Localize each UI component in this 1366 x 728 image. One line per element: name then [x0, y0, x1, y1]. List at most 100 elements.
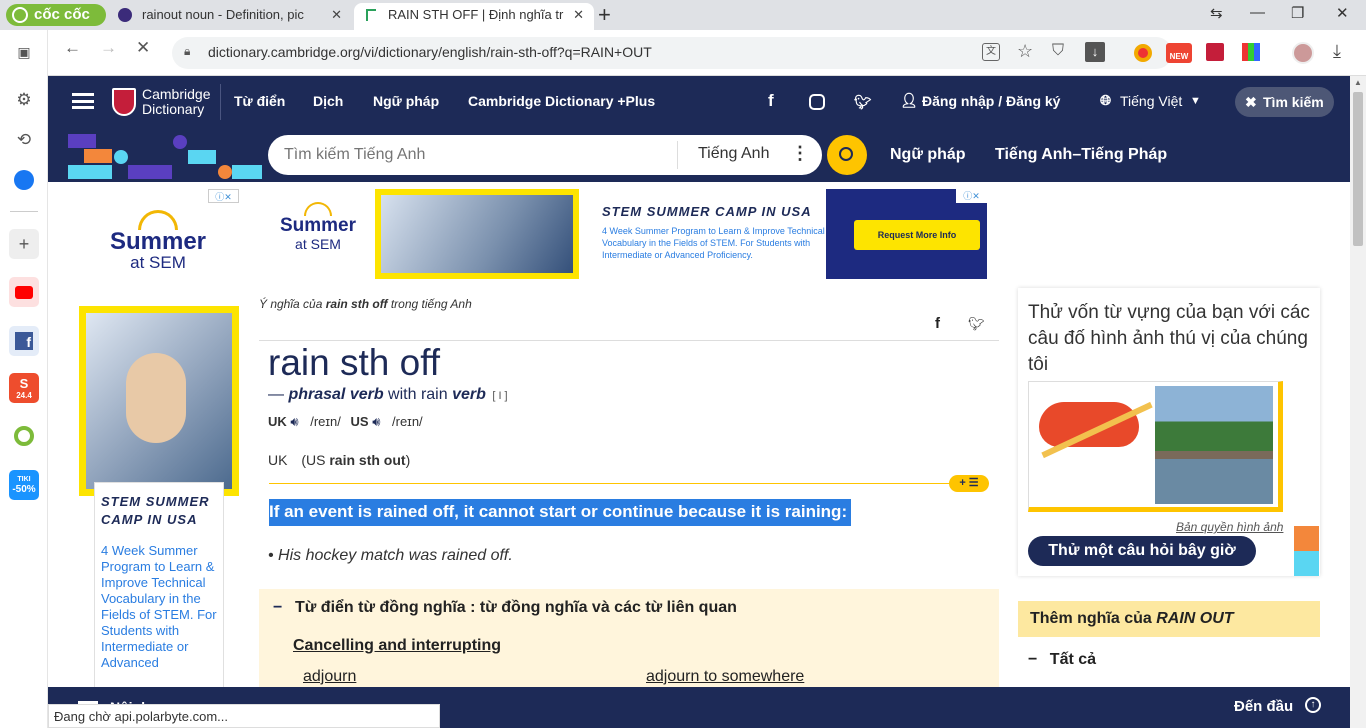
- adchoices-icon[interactable]: ⓘ✕: [956, 189, 987, 203]
- kayak-image: [1039, 402, 1139, 447]
- banner-title: STEM SUMMER CAMP IN USA: [602, 204, 812, 219]
- link-grammar[interactable]: Ngữ pháp: [890, 146, 966, 164]
- ad-photo-left[interactable]: [79, 306, 239, 496]
- extension-chrome-icon[interactable]: [1134, 44, 1152, 62]
- sem-logo-left[interactable]: Summer at SEM: [103, 210, 213, 272]
- ipa-us: /reɪn/: [392, 414, 423, 429]
- twitter-icon[interactable]: 🐦︎: [854, 94, 872, 111]
- facebook-icon[interactable]: f: [9, 326, 39, 356]
- globe-icon[interactable]: 🌐︎: [1100, 92, 1111, 109]
- banner-photo[interactable]: [375, 189, 579, 279]
- nav-translate[interactable]: Dịch: [313, 93, 343, 109]
- settings-icon[interactable]: ⚙: [9, 85, 39, 115]
- new-tab-button[interactable]: +: [598, 2, 611, 28]
- share-facebook-icon[interactable]: f: [935, 315, 940, 332]
- back-to-top-link[interactable]: Đến đầu: [1234, 698, 1293, 715]
- tiki-icon[interactable]: TIKI -50%: [9, 470, 39, 500]
- banner-brand-1: Summer: [279, 215, 357, 236]
- audio-uk-icon[interactable]: 🔊︎: [290, 414, 298, 429]
- facebook-icon[interactable]: f: [768, 91, 774, 111]
- add-icon[interactable]: +: [9, 229, 39, 259]
- image-copyright[interactable]: Bản quyền hình ảnh: [1176, 520, 1283, 534]
- back-icon[interactable]: ←: [64, 38, 81, 58]
- ad-left-text: 4 Week Summer Program to Learn & Improve…: [101, 543, 217, 670]
- collapse-icon[interactable]: −: [273, 599, 282, 617]
- history-icon[interactable]: ⟲: [9, 125, 39, 155]
- scroll-up-icon[interactable]: ▲: [1354, 78, 1362, 87]
- ad-photo-person: [126, 353, 186, 443]
- youtube-icon[interactable]: [9, 277, 39, 307]
- banner-text: 4 Week Summer Program to Learn & Improve…: [602, 226, 825, 260]
- thesaurus-box: − Từ điển từ đồng nghĩa : từ đồng nghĩa …: [259, 589, 999, 687]
- share-twitter-icon[interactable]: 🐦︎: [968, 316, 985, 332]
- quiz-text: Thử vốn từ vựng của bạn với các câu đố h…: [1028, 302, 1310, 375]
- bookmark-star-icon[interactable]: ☆: [1017, 41, 1033, 62]
- quiz-image-frame[interactable]: [1028, 381, 1283, 512]
- download-page-icon[interactable]: ↓: [1085, 42, 1105, 62]
- language-select[interactable]: Tiếng Việt: [1120, 93, 1182, 109]
- nav-dictionary[interactable]: Từ điển: [234, 93, 285, 109]
- sidebar-toggle-icon[interactable]: ▣: [9, 37, 39, 67]
- quiz-button[interactable]: Thử một câu hỏi bây giờ: [1028, 536, 1256, 566]
- all-meanings[interactable]: − Tất cả: [1028, 651, 1096, 669]
- headword: rain sth off: [268, 342, 441, 383]
- extension-new-icon[interactable]: NEW: [1166, 43, 1192, 63]
- translate-icon[interactable]: 文: [982, 43, 1000, 61]
- tiki-discount: -50%: [12, 484, 36, 495]
- login-link[interactable]: Đăng nhập / Đăng ký: [922, 93, 1060, 109]
- search-toggle-button[interactable]: ✖ Tìm kiếm: [1235, 87, 1334, 117]
- tab-rain-sth-off[interactable]: RAIN STH OFF | Định nghĩa tr ✕: [354, 3, 594, 30]
- arrow-up-icon[interactable]: ↑: [1305, 697, 1321, 713]
- profile-avatar[interactable]: [1292, 42, 1314, 64]
- minimize-icon[interactable]: —: [1250, 4, 1265, 21]
- tab-search-icon[interactable]: ⇆: [1210, 4, 1223, 22]
- ad-left-card[interactable]: STEM SUMMER CAMP IN USA 4 Week Summer Pr…: [94, 482, 224, 687]
- nav-plus[interactable]: Cambridge Dictionary +Plus: [468, 93, 655, 109]
- sem-logo-banner[interactable]: Summer at SEM: [268, 202, 368, 252]
- tab-rainout[interactable]: rainout noun - Definition, pic ✕: [108, 3, 352, 30]
- forward-icon[interactable]: →: [100, 38, 117, 58]
- hamburger-icon[interactable]: [72, 93, 94, 109]
- close-icon[interactable]: ✕: [571, 3, 586, 27]
- thesaurus-heading[interactable]: Từ điển từ đồng nghĩa : từ đồng nghĩa và…: [295, 599, 737, 617]
- thesaurus-word-2[interactable]: adjourn to somewhere: [646, 668, 804, 686]
- add-to-list-button[interactable]: + ☰: [949, 475, 989, 492]
- shopee-bag-icon: S: [19, 376, 29, 391]
- banner-card[interactable]: STEM SUMMER CAMP IN USA 4 Week Summer Pr…: [596, 196, 846, 273]
- link-english-french[interactable]: Tiếng Anh–Tiếng Pháp: [995, 146, 1167, 164]
- stop-icon[interactable]: ✕: [136, 38, 150, 58]
- scrollbar-thumb[interactable]: [1353, 92, 1363, 246]
- extension-pdf-icon[interactable]: [1206, 43, 1224, 61]
- us-label: US: [350, 414, 369, 429]
- close-icon[interactable]: ✕: [329, 3, 344, 27]
- more-vert-icon[interactable]: ⋮: [791, 143, 809, 164]
- quiz-card: Thử vốn từ vựng của bạn với các câu đố h…: [1018, 288, 1320, 576]
- audio-us-icon[interactable]: 🔊︎: [372, 414, 380, 429]
- browser-brand: cốc cốc: [34, 6, 90, 23]
- request-info-button[interactable]: Request More Info: [854, 220, 980, 250]
- coccoc-logo[interactable]: cốc cốc: [6, 4, 106, 26]
- search-language[interactable]: Tiếng Anh: [698, 145, 769, 163]
- coccoc-map-icon[interactable]: [9, 421, 39, 451]
- user-icon[interactable]: 👤︎: [900, 92, 918, 109]
- banner-brand-2: at SEM: [295, 236, 341, 252]
- downloads-icon[interactable]: ⤓: [1333, 41, 1341, 62]
- extension-color-icon[interactable]: [1242, 43, 1260, 61]
- page-scrollbar[interactable]: ▲: [1350, 76, 1366, 728]
- address-bar[interactable]: 🔒︎ dictionary.cambridge.org/vi/dictionar…: [172, 37, 1172, 69]
- messenger-icon[interactable]: [9, 165, 39, 195]
- search-bar-row: Tiếng Anh ⋮ Ngữ pháp Tiếng Anh–Tiếng Phá…: [48, 129, 1350, 182]
- instagram-icon[interactable]: [809, 94, 825, 110]
- adchoices-icon[interactable]: ⓘ✕: [208, 189, 239, 203]
- search-submit-button[interactable]: [827, 135, 867, 175]
- tab-title: rainout noun - Definition, pic: [142, 7, 304, 22]
- maximize-icon[interactable]: ❐: [1291, 4, 1304, 22]
- close-window-icon[interactable]: ✕: [1336, 4, 1349, 22]
- shield-icon[interactable]: ⛉: [1052, 42, 1064, 60]
- nav-grammar[interactable]: Ngữ pháp: [373, 93, 439, 109]
- uk-label: UK: [268, 414, 287, 429]
- thesaurus-word-1[interactable]: adjourn: [303, 668, 356, 686]
- search-input[interactable]: [284, 144, 664, 166]
- thesaurus-group-link[interactable]: Cancelling and interrupting: [293, 637, 501, 655]
- shopee-icon[interactable]: S 24.4: [9, 373, 39, 403]
